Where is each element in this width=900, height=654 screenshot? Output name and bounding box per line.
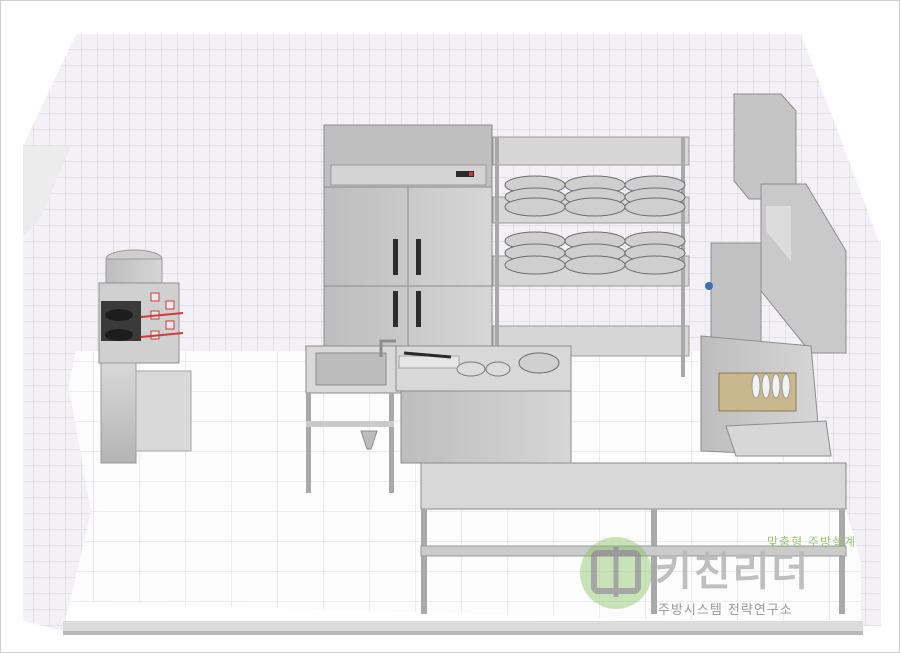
watermark-logo-icon [580,537,652,609]
kitchen-render-canvas: 맞춤형 주방설계 키친리더 주방시스템 전략연구소 [0,0,900,653]
right-wall-front-edge [861,241,881,626]
watermark-subtitle: 주방시스템 전략연구소 [658,603,793,618]
work-table-icon [395,345,572,464]
watermark-brand: 키친리더 [655,549,811,595]
floor-front-shadow [63,631,863,635]
refrigerator-icon [323,124,493,348]
